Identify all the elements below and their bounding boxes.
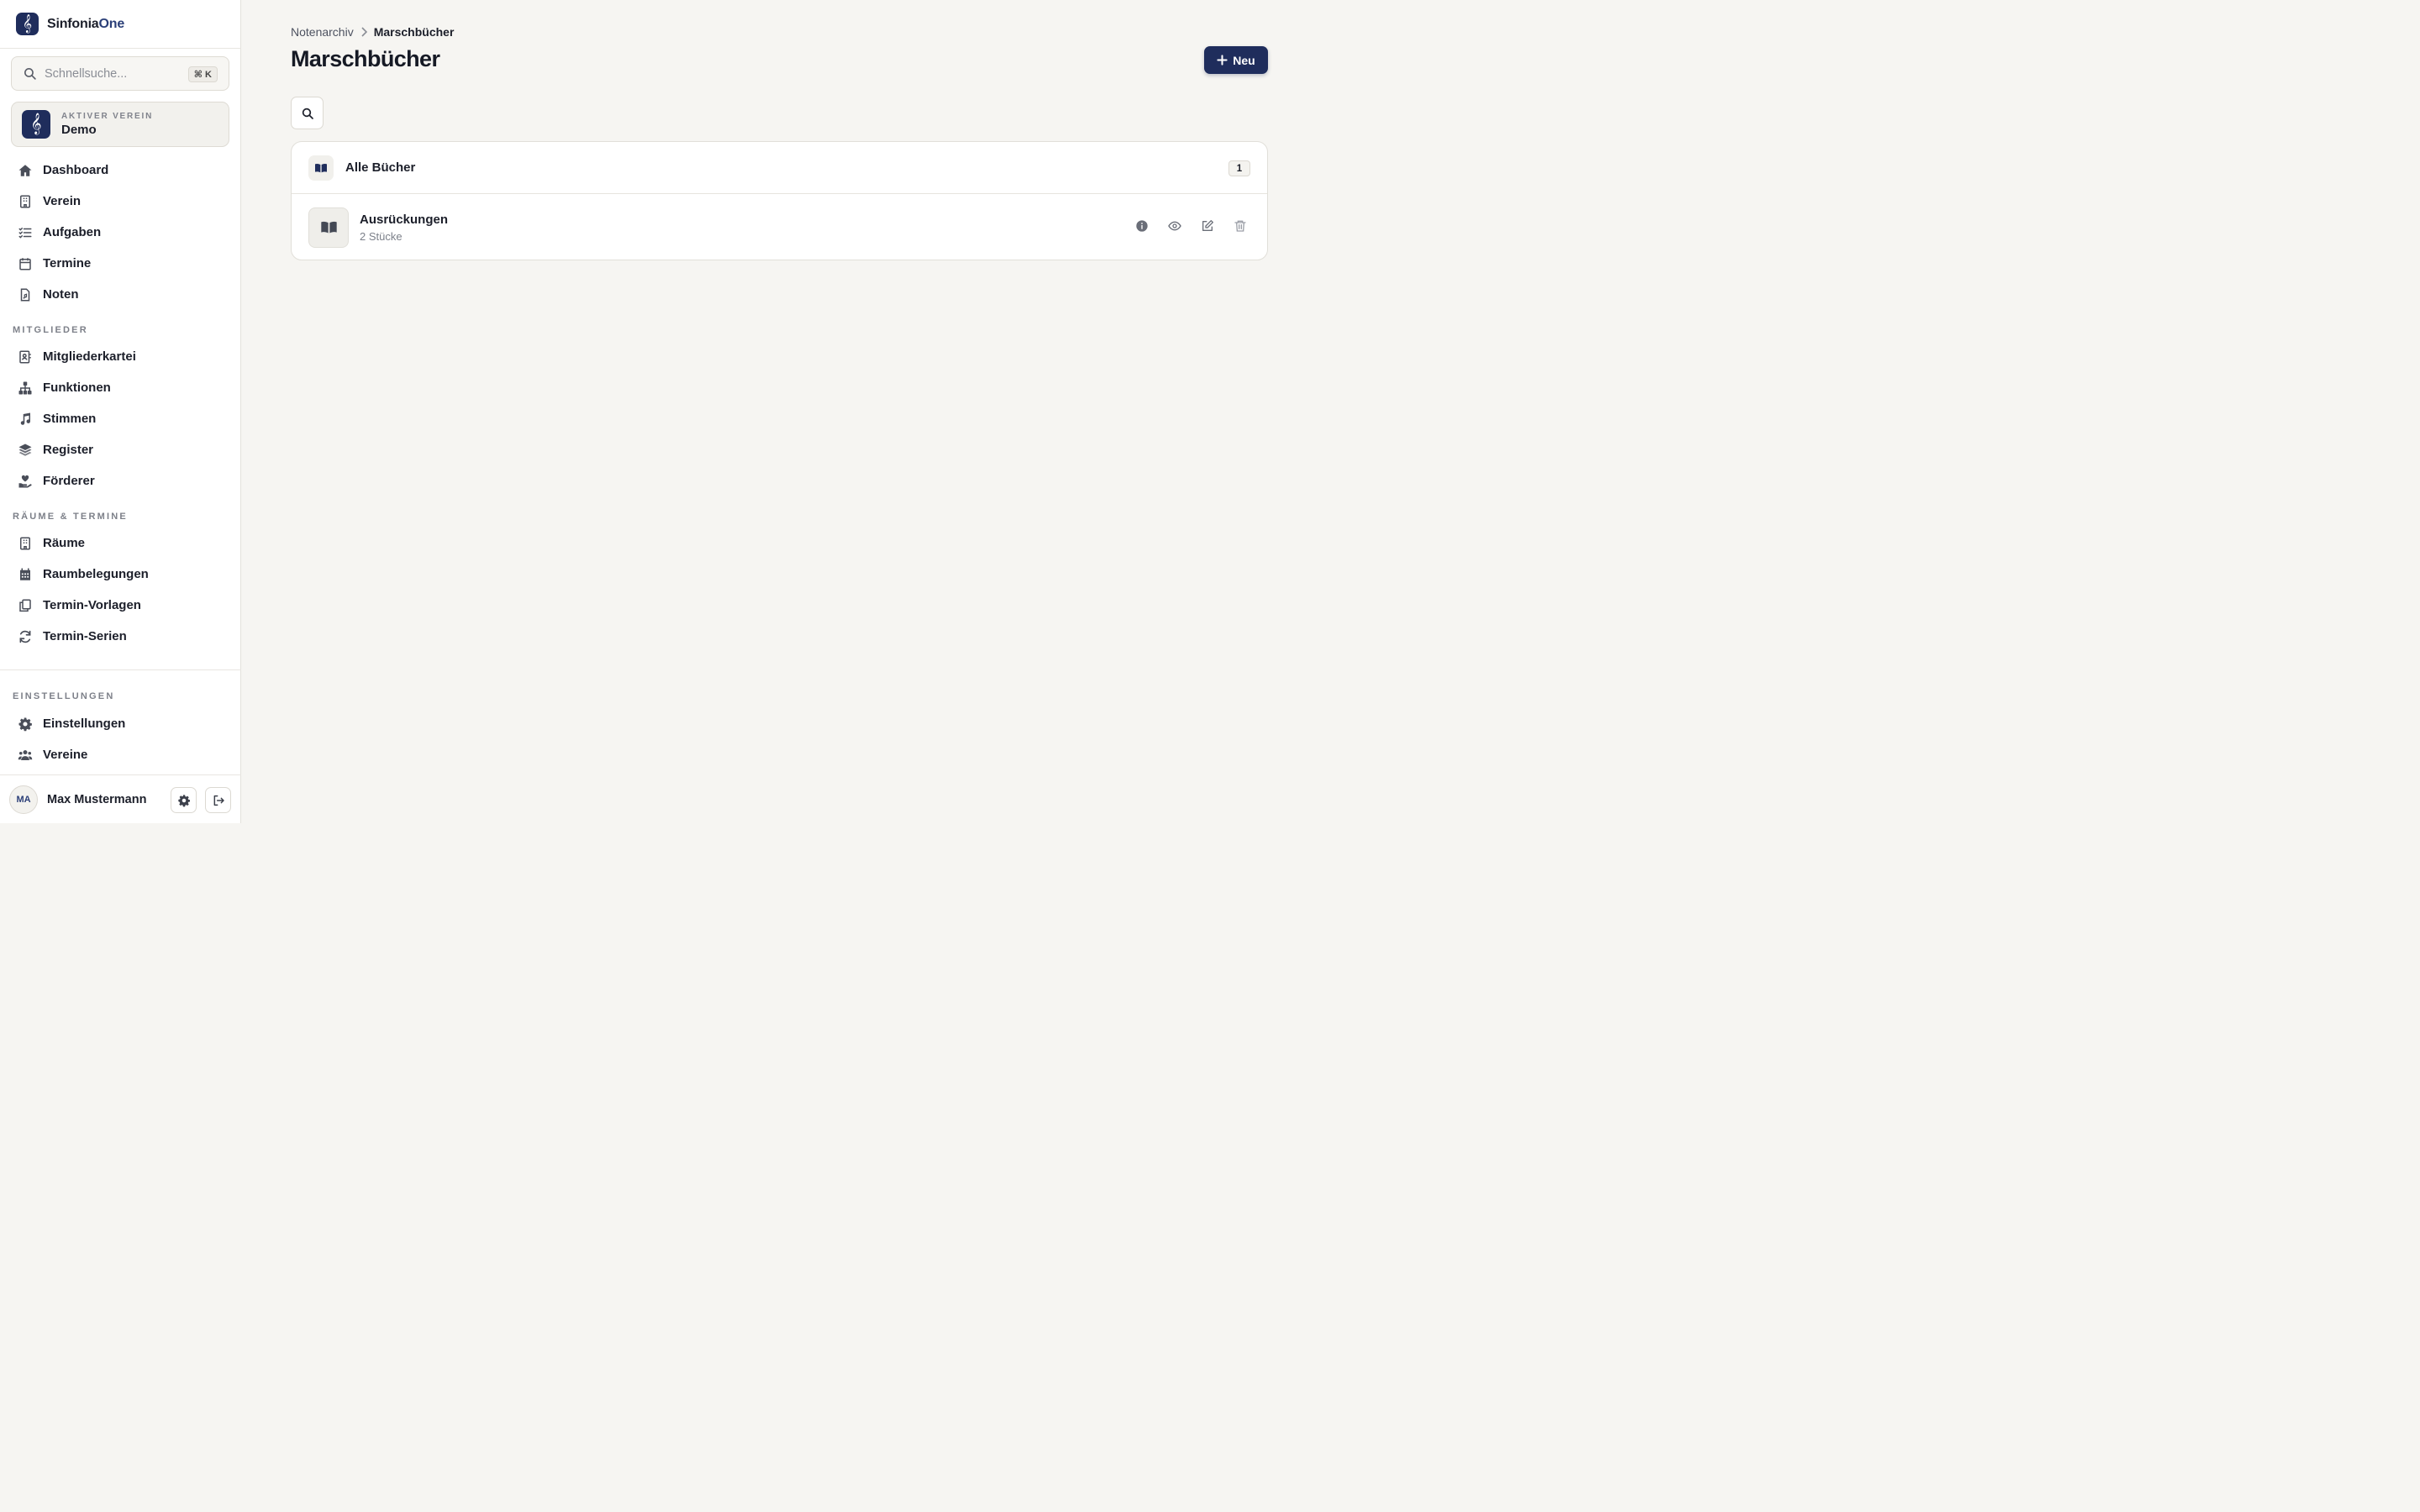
sidebar-item-termine[interactable]: Termine xyxy=(0,248,241,279)
active-club-switcher[interactable]: 𝄞 AKTIVER VEREIN Demo xyxy=(11,102,229,147)
sidebar-item-label: Räume xyxy=(43,536,86,550)
breadcrumb: Notenarchiv Marschbücher xyxy=(291,25,454,39)
new-book-button[interactable]: Neu xyxy=(1204,46,1268,74)
sidebar-item-label: Termine xyxy=(43,256,92,270)
sidebar-item-noten[interactable]: Noten xyxy=(0,279,241,310)
quick-search-input[interactable]: Schnellsuche... ⌘ K xyxy=(11,56,229,91)
book-title: Ausrückungen xyxy=(360,212,449,227)
sidebar-item-stimmen[interactable]: Stimmen xyxy=(0,403,241,434)
sidebar-item-label: Noten xyxy=(43,287,79,302)
sidebar-item-label: Aufgaben xyxy=(43,225,102,239)
sidebar-item-einstellungen[interactable]: Einstellungen xyxy=(0,708,241,739)
gear-icon xyxy=(18,717,32,731)
quick-search-placeholder: Schnellsuche... xyxy=(45,66,128,81)
treble-clef-logo-icon: 𝄞 xyxy=(16,13,39,35)
sidebar-item-vereine[interactable]: Vereine xyxy=(0,739,241,770)
sidebar-item-label: Funktionen xyxy=(43,381,111,395)
sidebar-settings-section: EINSTELLUNGEN Einstellungen Vereine xyxy=(0,669,241,774)
brand-name-accent: One xyxy=(98,16,125,31)
sidebar-item-raumbelegungen[interactable]: Raumbelegungen xyxy=(0,559,241,590)
trash-icon[interactable] xyxy=(1234,219,1247,233)
sidebar-item-label: Raumbelegungen xyxy=(43,567,149,581)
info-icon[interactable] xyxy=(1135,219,1149,233)
sidebar-item-label: Dashboard xyxy=(43,163,109,177)
books-count-badge: 1 xyxy=(1228,160,1250,176)
sidebar-item-label: Einstellungen xyxy=(43,717,126,731)
book-piece-count: 2 Stücke xyxy=(360,229,402,243)
active-club-name: Demo xyxy=(61,123,97,137)
refresh-icon xyxy=(19,630,31,643)
sidebar: 𝄞 SinfoniaOne Schnellsuche... ⌘ K 𝄞 AKTI… xyxy=(0,0,241,823)
chevron-right-icon xyxy=(360,27,368,37)
contact-card-icon xyxy=(19,350,31,363)
brand-name: SinfoniaOne xyxy=(47,17,124,32)
sidebar-item-label: Stimmen xyxy=(43,412,97,426)
org-chart-icon xyxy=(18,381,32,394)
sidebar-item-label: Vereine xyxy=(43,748,88,762)
section-label-rooms: RÄUME & TERMINE xyxy=(13,512,128,522)
users-icon xyxy=(18,749,33,760)
sidebar-item-label: Förderer xyxy=(43,474,95,488)
gear-icon xyxy=(177,794,190,806)
plus-icon xyxy=(1217,55,1228,66)
sidebar-item-label: Register xyxy=(43,443,94,457)
edit-icon[interactable] xyxy=(1201,219,1214,233)
calendar-grid-icon xyxy=(20,568,30,580)
section-label-settings: EINSTELLUNGEN xyxy=(13,691,115,701)
user-settings-button[interactable] xyxy=(171,787,197,813)
sidebar-item-termin-vorlagen[interactable]: Termin-Vorlagen xyxy=(0,590,241,621)
logout-button[interactable] xyxy=(205,787,231,813)
club-logo-icon: 𝄞 xyxy=(22,110,50,139)
search-toggle-button[interactable] xyxy=(291,97,324,129)
search-icon xyxy=(302,108,313,119)
sidebar-item-dashboard[interactable]: Dashboard xyxy=(0,155,241,186)
logout-icon xyxy=(213,795,224,806)
music-note-icon xyxy=(20,412,31,425)
sidebar-item-register[interactable]: Register xyxy=(0,434,241,465)
building-icon xyxy=(20,195,30,207)
sidebar-item-label: Termin-Vorlagen xyxy=(43,598,141,612)
avatar[interactable]: MA xyxy=(9,785,38,814)
sidebar-item-aufgaben[interactable]: Aufgaben xyxy=(0,217,241,248)
user-name: Max Mustermann xyxy=(47,792,147,806)
brand-name-main: Sinfonia xyxy=(47,16,99,31)
user-bar: MA Max Mustermann xyxy=(0,774,241,823)
sidebar-item-label: Mitgliederkartei xyxy=(43,349,136,364)
search-shortcut-badge: ⌘ K xyxy=(187,66,218,82)
section-label-members: MITGLIEDER xyxy=(13,325,88,335)
sidebar-item-raeume[interactable]: Räume xyxy=(0,528,241,559)
open-book-icon xyxy=(308,155,334,181)
sidebar-nav: Dashboard Verein Aufgaben Termine Noten … xyxy=(0,155,241,669)
copy-icon xyxy=(19,599,31,612)
search-icon xyxy=(24,68,36,80)
active-club-label: AKTIVER VEREIN xyxy=(61,112,154,121)
sheet-music-file-icon xyxy=(20,288,30,301)
brand[interactable]: 𝄞 SinfoniaOne xyxy=(0,0,240,49)
breadcrumb-current: Marschbücher xyxy=(373,25,455,39)
open-book-icon xyxy=(308,207,349,248)
home-icon xyxy=(18,164,32,176)
calendar-icon xyxy=(19,257,31,270)
checklist-icon xyxy=(18,227,32,239)
book-row[interactable]: Ausrückungen 2 Stücke xyxy=(292,194,1267,260)
eye-icon[interactable] xyxy=(1168,219,1181,233)
books-card-header: Alle Bücher 1 xyxy=(292,142,1267,194)
book-row-actions xyxy=(1135,219,1247,233)
sidebar-item-label: Termin-Serien xyxy=(43,629,127,643)
books-card-title: Alle Bücher xyxy=(345,160,416,175)
new-button-label: Neu xyxy=(1233,53,1255,67)
sidebar-item-label: Verein xyxy=(43,194,82,208)
books-card: Alle Bücher 1 Ausrückungen 2 Stücke xyxy=(291,141,1268,260)
layers-icon xyxy=(18,444,32,456)
sidebar-item-mitgliederkartei[interactable]: Mitgliederkartei xyxy=(0,341,241,372)
sidebar-item-verein[interactable]: Verein xyxy=(0,186,241,217)
hand-heart-icon xyxy=(18,475,32,487)
building-icon xyxy=(20,537,30,549)
page-title: Marschbücher xyxy=(291,46,440,71)
sidebar-item-termin-serien[interactable]: Termin-Serien xyxy=(0,621,241,652)
sidebar-item-funktionen[interactable]: Funktionen xyxy=(0,372,241,403)
sidebar-item-foerderer[interactable]: Förderer xyxy=(0,465,241,496)
breadcrumb-link-notenarchiv[interactable]: Notenarchiv xyxy=(291,25,354,39)
